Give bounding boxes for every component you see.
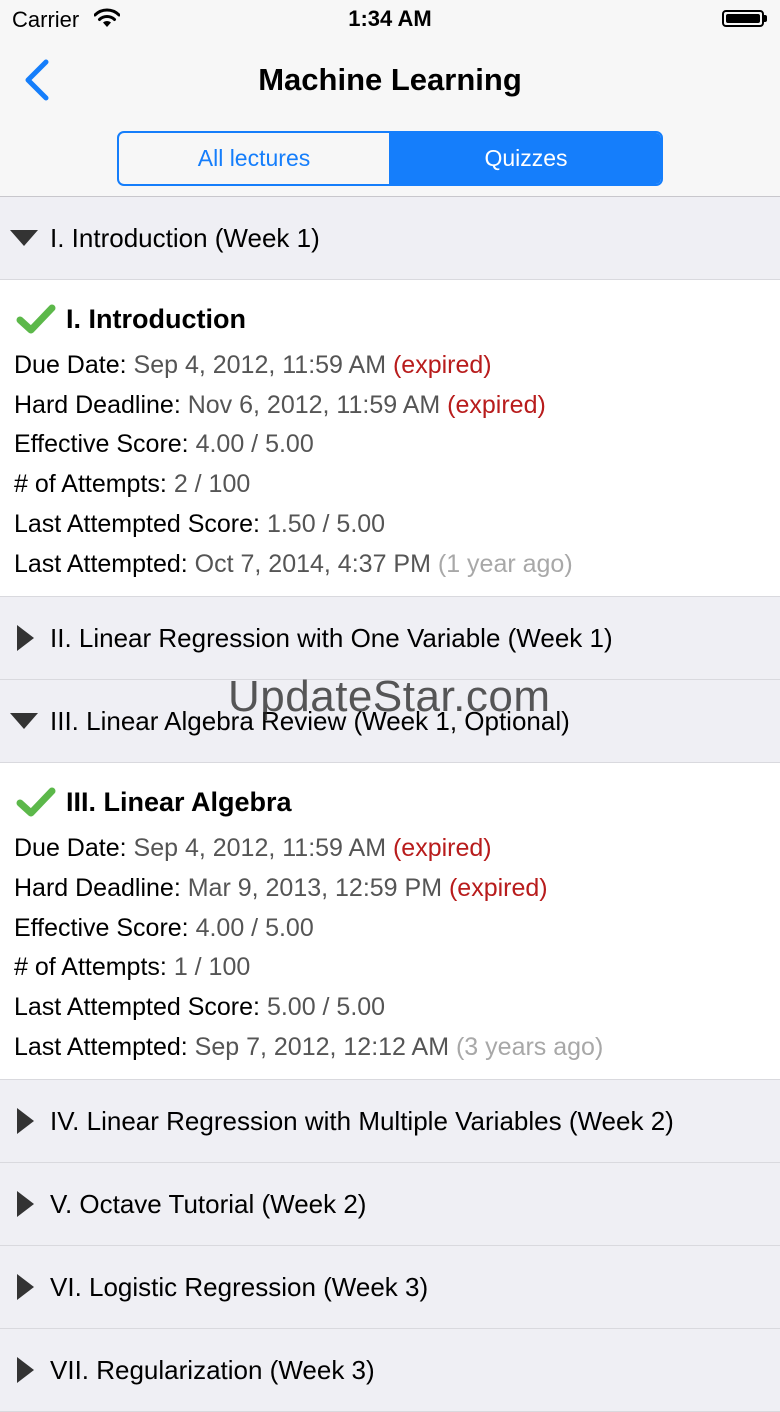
last-score-row: Last Attempted Score: 1.50 / 5.00 bbox=[14, 509, 386, 538]
section-header[interactable]: VII. Regularization (Week 3) bbox=[0, 1329, 780, 1412]
section-header[interactable]: IV. Linear Regression with Multiple Vari… bbox=[0, 1080, 780, 1164]
section-title: VI. Logistic Regression (Week 3) bbox=[50, 1271, 429, 1302]
section-header[interactable]: V. Octave Tutorial (Week 2) bbox=[0, 1163, 780, 1247]
quiz-card[interactable]: III. Linear Algebra Due Date: Sep 4, 201… bbox=[0, 763, 780, 1081]
section-header[interactable]: III. Linear Algebra Review (Week 1, Opti… bbox=[0, 680, 780, 764]
tab-all-lectures[interactable]: All lectures bbox=[119, 133, 389, 184]
disclosure-right-icon bbox=[0, 1357, 50, 1384]
disclosure-right-icon bbox=[0, 1191, 50, 1218]
effective-score-row: Effective Score: 4.00 / 5.00 bbox=[14, 430, 314, 459]
disclosure-down-icon bbox=[0, 713, 50, 730]
page-title: Machine Learning bbox=[258, 62, 522, 97]
quiz-title: III. Linear Algebra bbox=[66, 786, 292, 817]
disclosure-right-icon bbox=[0, 1108, 50, 1135]
section-header[interactable]: VI. Logistic Regression (Week 3) bbox=[0, 1246, 780, 1330]
status-time: 1:34 AM bbox=[348, 6, 432, 31]
section-title: I. Introduction (Week 1) bbox=[50, 222, 320, 253]
status-bar: Carrier 1:34 AM bbox=[0, 0, 780, 40]
tab-quizzes[interactable]: Quizzes bbox=[389, 133, 661, 184]
checkmark-icon bbox=[16, 304, 56, 334]
disclosure-right-icon bbox=[0, 625, 50, 652]
quiz-list: I. Introduction (Week 1) I. Introduction… bbox=[0, 197, 780, 1412]
last-score-row: Last Attempted Score: 5.00 / 5.00 bbox=[14, 993, 386, 1022]
battery-tip bbox=[764, 15, 767, 22]
attempts-row: # of Attempts: 2 / 100 bbox=[14, 470, 251, 499]
section-title: VII. Regularization (Week 3) bbox=[50, 1354, 375, 1385]
due-date-row: Due Date: Sep 4, 2012, 11:59 AM (expired… bbox=[14, 351, 492, 379]
section-title: V. Octave Tutorial (Week 2) bbox=[50, 1188, 367, 1219]
quiz-title: I. Introduction bbox=[66, 303, 246, 334]
quiz-card[interactable]: I. Introduction Due Date: Sep 4, 2012, 1… bbox=[0, 280, 780, 598]
effective-score-row: Effective Score: 4.00 / 5.00 bbox=[14, 913, 314, 942]
last-attempted-row: Last Attempted: Sep 7, 2012, 12:12 AM (3… bbox=[14, 1032, 604, 1061]
hard-deadline-row: Hard Deadline: Nov 6, 2012, 11:59 AM (ex… bbox=[14, 390, 546, 419]
due-date-row: Due Date: Sep 4, 2012, 11:59 AM (expired… bbox=[14, 834, 492, 863]
battery-icon bbox=[722, 10, 764, 27]
checkmark-icon bbox=[16, 787, 56, 817]
disclosure-right-icon bbox=[0, 1274, 50, 1301]
section-title: II. Linear Regression with One Variable … bbox=[50, 622, 613, 653]
hard-deadline-row: Hard Deadline: Mar 9, 2013, 12:59 PM (ex… bbox=[14, 873, 548, 902]
disclosure-down-icon bbox=[0, 230, 50, 246]
navigation-bar: Machine Learning All lectures Quizzes bbox=[0, 40, 780, 197]
section-header[interactable]: I. Introduction (Week 1) bbox=[0, 197, 780, 280]
section-title: IV. Linear Regression with Multiple Vari… bbox=[50, 1105, 674, 1136]
section-title: III. Linear Algebra Review (Week 1, Opti… bbox=[50, 705, 570, 736]
last-attempted-row: Last Attempted: Oct 7, 2014, 4:37 PM (1 … bbox=[14, 549, 573, 578]
section-header[interactable]: II. Linear Regression with One Variable … bbox=[0, 597, 780, 681]
segmented-control: All lectures Quizzes bbox=[117, 131, 663, 186]
attempts-row: # of Attempts: 1 / 100 bbox=[14, 953, 251, 982]
